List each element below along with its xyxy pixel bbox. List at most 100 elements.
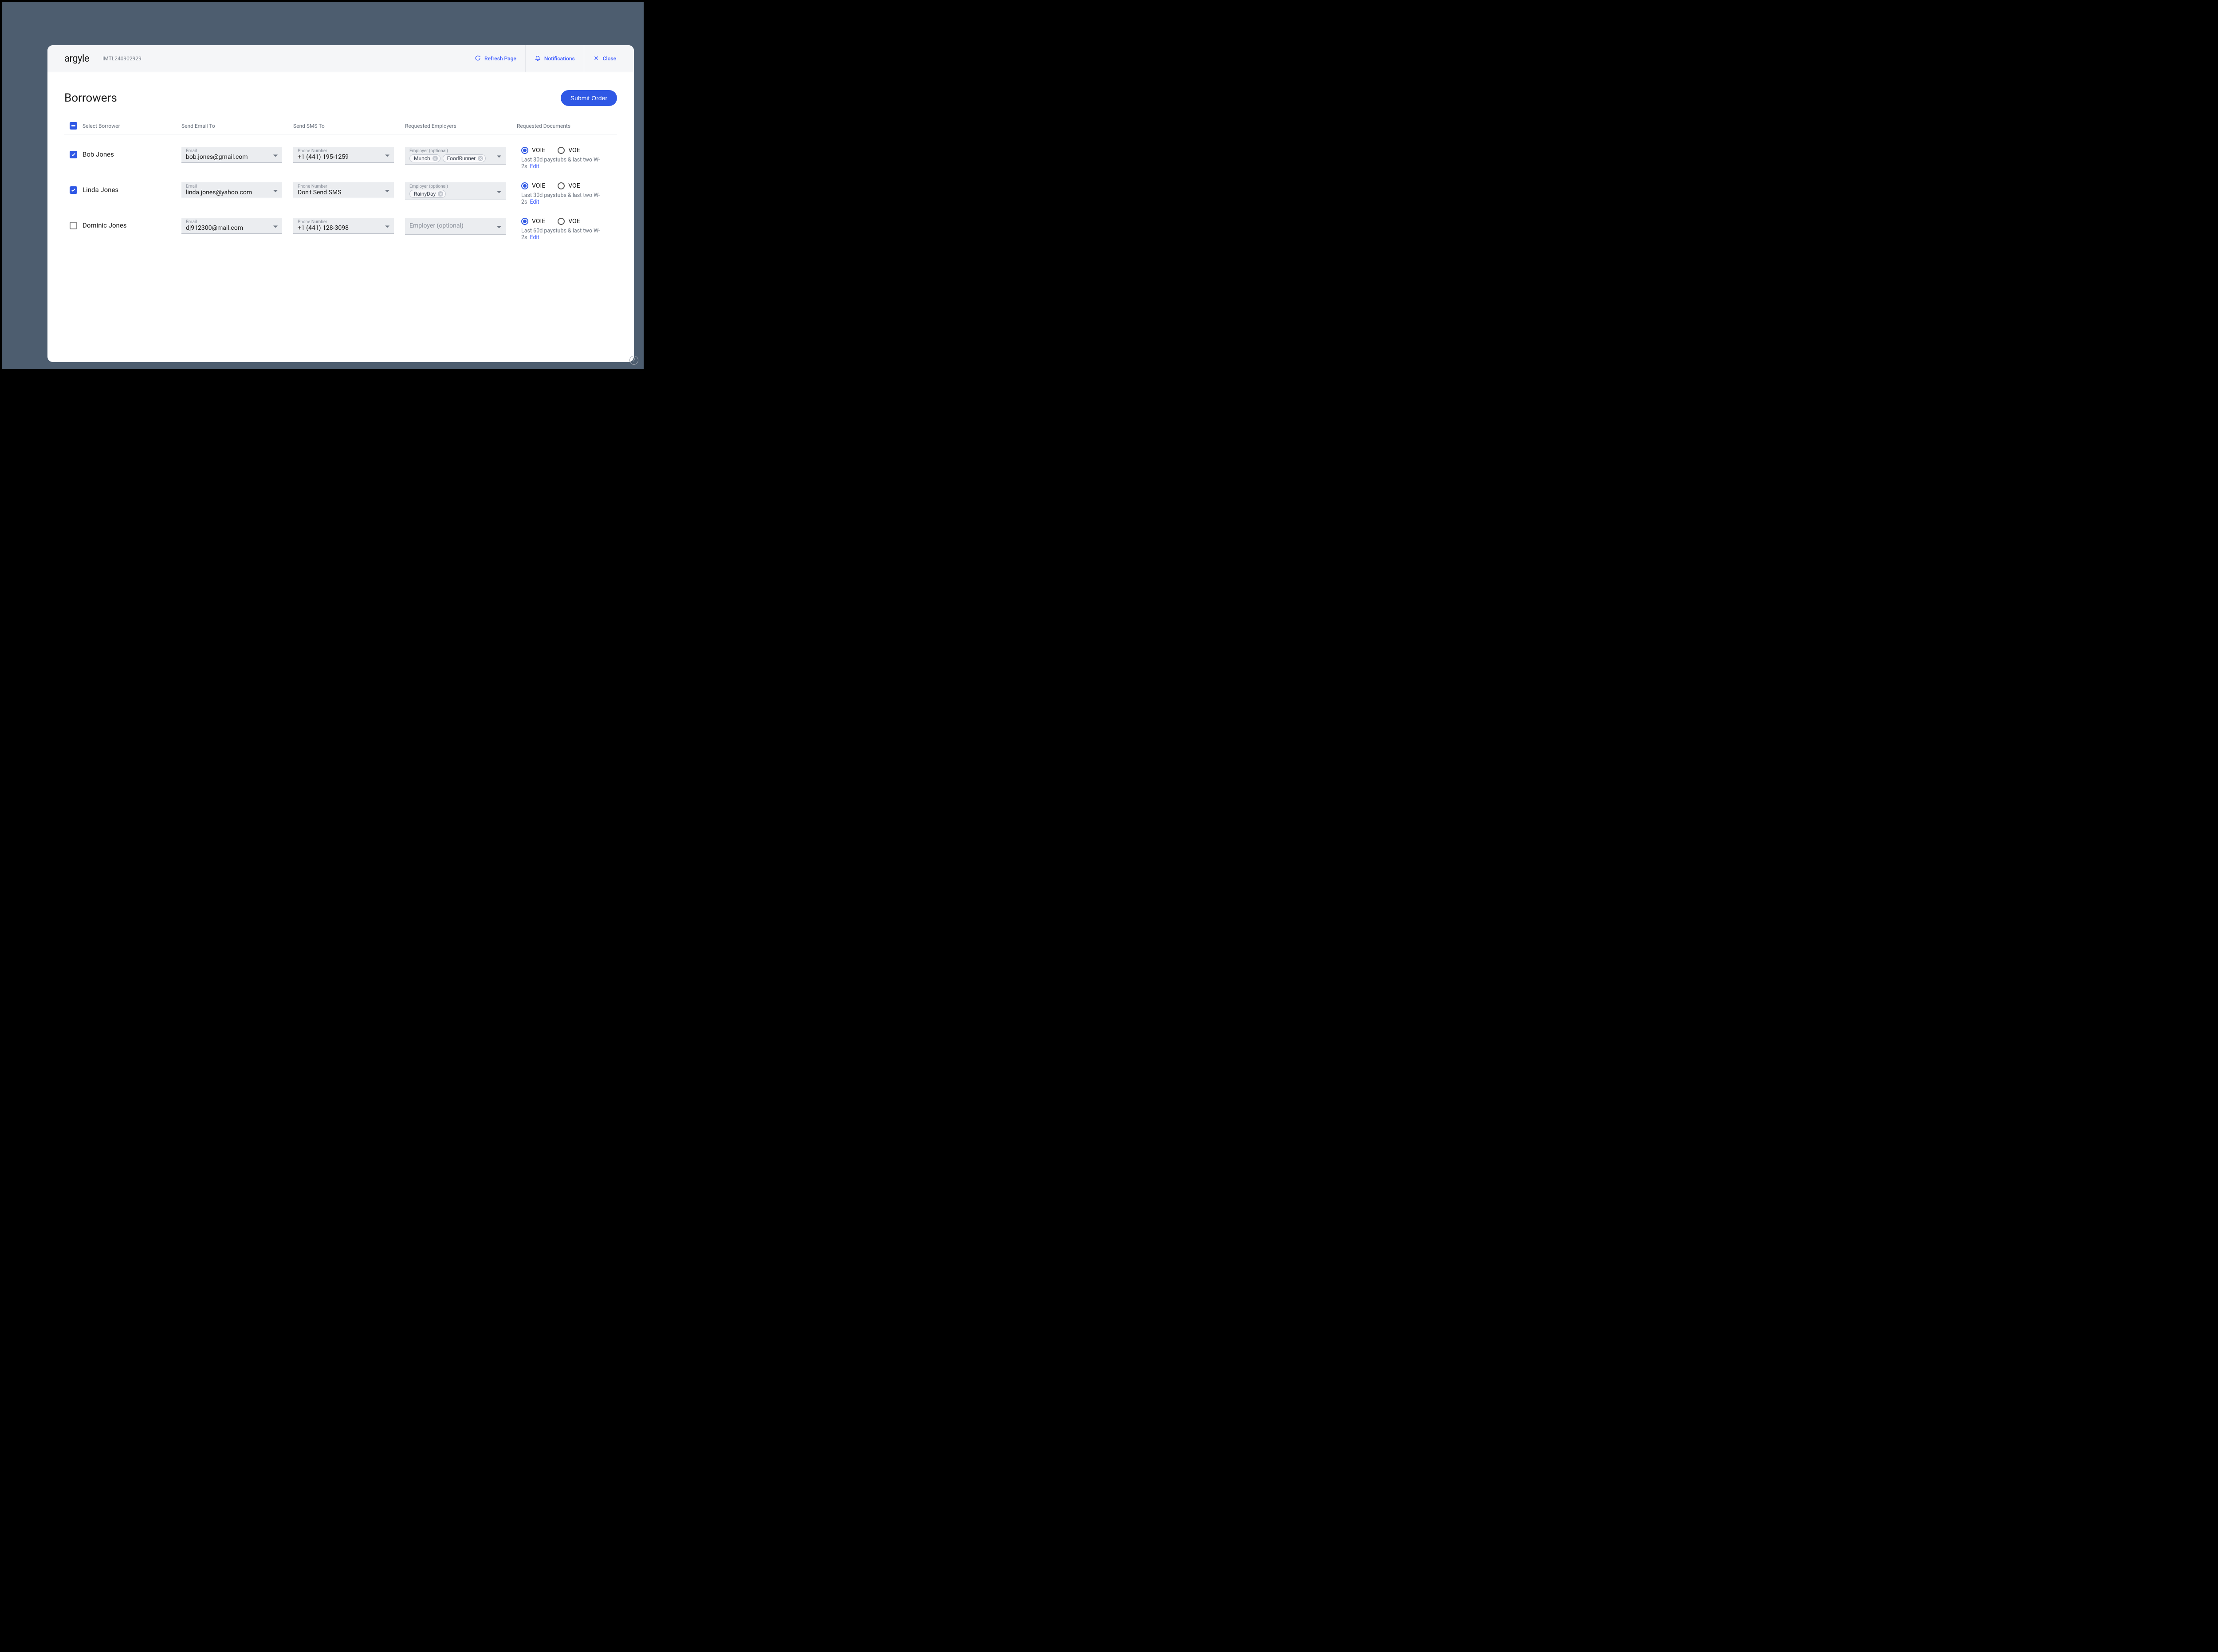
borrower-name: Linda Jones	[83, 186, 118, 194]
email-field-label: Email	[186, 184, 278, 189]
email-field[interactable]: Emailbob.jones@gmail.com	[181, 147, 282, 163]
phone-field[interactable]: Phone Number+1 (441) 128-3098	[293, 218, 394, 234]
remove-chip-icon[interactable]	[433, 156, 438, 161]
borrower-checkbox[interactable]	[70, 151, 77, 158]
borrower-name: Bob Jones	[83, 150, 114, 158]
table-header: Select Borrower Send Email To Send SMS T…	[64, 122, 617, 134]
remove-chip-icon[interactable]	[438, 191, 443, 197]
remove-chip-icon[interactable]	[478, 156, 483, 161]
employer-chip: RainyDay	[409, 190, 446, 198]
employer-placeholder: Employer (optional)	[409, 222, 501, 229]
radio-indicator	[558, 182, 565, 189]
documents-description: Last 30d paystubs & last two W-2sEdit	[521, 157, 617, 170]
email-field[interactable]: Emaildj912300@mail.com	[181, 218, 282, 234]
email-field[interactable]: Emaillinda.jones@yahoo.com	[181, 182, 282, 198]
employer-field-label: Employer (optional)	[409, 149, 501, 153]
edit-link[interactable]: Edit	[530, 199, 539, 205]
table-row: Linda Jones Emaillinda.jones@yahoo.com Pho…	[64, 170, 617, 205]
employer-chip: FoodRunner	[443, 154, 486, 162]
phone-field-label: Phone Number	[298, 220, 389, 224]
email-field-value: linda.jones@yahoo.com	[186, 189, 278, 196]
employer-chip: Munch	[409, 154, 440, 162]
chevron-down-icon	[385, 150, 389, 159]
employer-chip-label: RainyDay	[414, 191, 436, 197]
edit-link[interactable]: Edit	[530, 234, 539, 241]
column-send-sms: Send SMS To	[293, 123, 405, 129]
column-select-borrower: Select Borrower	[83, 123, 120, 129]
voe-radio-label: VOE	[568, 218, 580, 225]
brand-logo: argyle	[64, 53, 89, 64]
table-row: Dominic Jones Emaildj912300@mail.com Phone…	[64, 205, 617, 241]
voie-radio-label: VOIE	[532, 218, 545, 225]
radio-indicator	[521, 147, 528, 154]
edit-link[interactable]: Edit	[530, 163, 539, 170]
main-panel: argyle IMTL240902929 Refresh Page Notifi…	[47, 45, 634, 362]
radio-indicator	[558, 147, 565, 154]
voie-radio-label: VOIE	[532, 147, 545, 154]
chevron-down-icon	[273, 186, 278, 194]
notifications-label: Notifications	[544, 55, 575, 62]
voe-radio-label: VOE	[568, 182, 580, 189]
column-send-email: Send Email To	[181, 123, 293, 129]
column-requested-employers: Requested Employers	[405, 123, 517, 129]
refresh-icon	[475, 55, 481, 63]
employer-field[interactable]: Employer (optional)	[405, 218, 506, 235]
employer-chip-label: FoodRunner	[447, 155, 476, 161]
radio-indicator	[521, 218, 528, 225]
chevron-down-icon	[497, 222, 501, 230]
table-row: Bob Jones Emailbob.jones@gmail.com Phone N…	[64, 134, 617, 170]
documents-description: Last 30d paystubs & last two W-2sEdit	[521, 192, 617, 205]
chevron-down-icon	[497, 151, 501, 160]
help-icon[interactable]: ?	[629, 356, 638, 365]
refresh-label: Refresh Page	[484, 55, 516, 62]
voie-radio[interactable]: VOIE	[521, 218, 545, 225]
select-all-checkbox[interactable]	[70, 122, 77, 130]
phone-field-value: +1 (441) 128-3098	[298, 224, 389, 232]
order-id: IMTL240902929	[102, 55, 142, 62]
phone-field-value: Don't Send SMS	[298, 189, 389, 196]
documents-description: Last 60d paystubs & last two W-2sEdit	[521, 228, 617, 241]
voie-radio[interactable]: VOIE	[521, 147, 545, 154]
borrower-checkbox[interactable]	[70, 222, 77, 229]
voe-radio[interactable]: VOE	[558, 182, 580, 189]
phone-field[interactable]: Phone NumberDon't Send SMS	[293, 182, 394, 198]
employer-field[interactable]: Employer (optional) RainyDay	[405, 182, 506, 200]
close-label: Close	[603, 55, 616, 62]
documents-cell: VOIE VOE Last 30d paystubs & last two W-2s…	[517, 147, 617, 170]
close-icon	[593, 55, 599, 63]
employer-field-label: Employer (optional)	[409, 184, 501, 189]
phone-field-label: Phone Number	[298, 184, 389, 189]
bell-icon	[535, 55, 541, 63]
phone-field[interactable]: Phone Number+1 (441) 195-1259	[293, 147, 394, 163]
voie-radio[interactable]: VOIE	[521, 182, 545, 189]
voe-radio-label: VOE	[568, 147, 580, 154]
refresh-button[interactable]: Refresh Page	[466, 45, 525, 72]
chevron-down-icon	[497, 187, 501, 195]
voe-radio[interactable]: VOE	[558, 218, 580, 225]
employer-field[interactable]: Employer (optional) Munch FoodRunner	[405, 147, 506, 165]
documents-cell: VOIE VOE Last 60d paystubs & last two W-2s…	[517, 218, 617, 241]
documents-cell: VOIE VOE Last 30d paystubs & last two W-2s…	[517, 182, 617, 205]
email-field-label: Email	[186, 149, 278, 153]
chevron-down-icon	[273, 150, 278, 159]
email-field-value: bob.jones@gmail.com	[186, 153, 278, 161]
voe-radio[interactable]: VOE	[558, 147, 580, 154]
borrower-name: Dominic Jones	[83, 221, 127, 229]
email-field-label: Email	[186, 220, 278, 224]
phone-field-value: +1 (441) 195-1259	[298, 153, 389, 161]
submit-order-button[interactable]: Submit Order	[561, 90, 617, 106]
borrower-checkbox[interactable]	[70, 186, 77, 194]
phone-field-label: Phone Number	[298, 149, 389, 153]
topbar: argyle IMTL240902929 Refresh Page Notifi…	[47, 45, 634, 72]
chevron-down-icon	[385, 186, 389, 194]
page-title: Borrowers	[64, 91, 117, 105]
chevron-down-icon	[273, 221, 278, 230]
email-field-value: dj912300@mail.com	[186, 224, 278, 232]
voie-radio-label: VOIE	[532, 182, 545, 189]
chevron-down-icon	[385, 221, 389, 230]
employer-chip-label: Munch	[414, 155, 430, 161]
close-button[interactable]: Close	[584, 45, 625, 72]
radio-indicator	[558, 218, 565, 225]
radio-indicator	[521, 182, 528, 189]
notifications-button[interactable]: Notifications	[525, 45, 584, 72]
